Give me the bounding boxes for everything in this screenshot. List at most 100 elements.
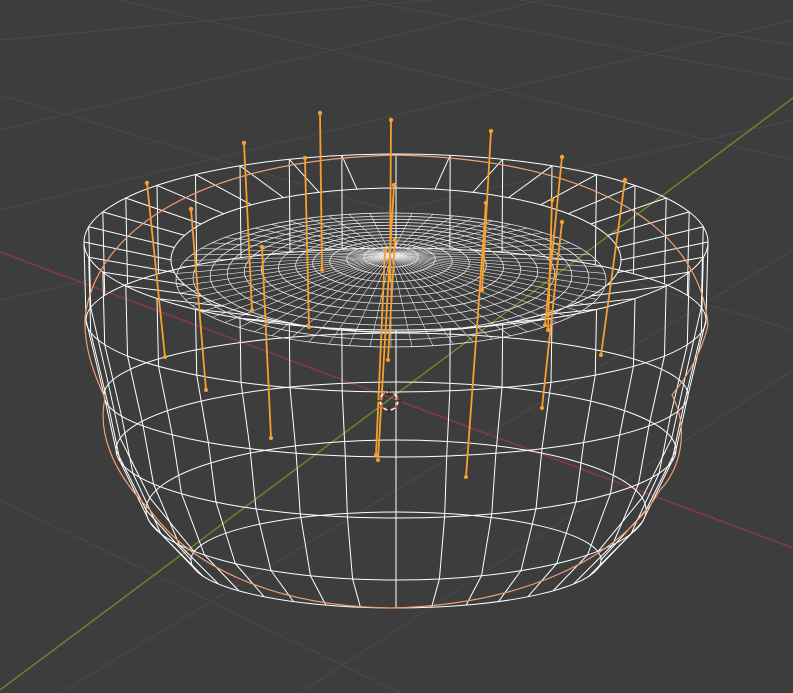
mesh-edge [270,570,294,602]
hair-strand-tip [259,244,265,250]
mesh-edge [675,394,689,451]
mesh-edge [341,155,358,190]
mesh-edge [594,174,598,265]
dome-radial [175,254,392,281]
hair-strand [144,180,167,359]
mesh-edge [156,298,160,367]
mesh-edge [194,309,198,376]
mesh-edge [289,387,297,454]
mesh-edge [346,516,354,579]
mesh-edge [501,324,504,388]
mesh-edge [295,453,301,514]
hair-strand-line [261,246,272,439]
dome-radial [390,254,474,343]
mesh-edge [107,384,121,439]
hair-strand-tip [488,128,494,134]
mesh-edge [632,185,636,274]
hair-strand-root [546,328,550,332]
grid-line [119,0,793,161]
dome-radial [390,254,558,323]
hair-strand-tip [483,200,489,206]
hair-strand-tip [559,154,565,160]
hair-strand-root [250,308,254,312]
grid-line [0,499,401,693]
mesh-edge [498,570,522,602]
mesh-edge [88,226,175,248]
mesh-edge [632,298,636,367]
mesh-edge [687,319,707,396]
mesh-edge [125,197,202,225]
mesh-edge [491,453,497,514]
hair-strand-tip [549,197,555,203]
hair-strand-root [269,436,273,440]
hair-strand-root [374,453,378,457]
grid-line [359,0,793,81]
viewport-scene[interactable] [0,0,793,693]
mesh-edge [196,375,209,443]
hair-strand [376,182,397,462]
bowl-mesh-wireframe[interactable] [83,153,709,609]
hair-strand-tip [144,180,150,186]
mesh-edge [568,184,636,215]
hair-strand-tip [188,206,194,212]
mesh-edge [249,448,257,509]
mesh-edge [663,285,667,357]
hair-strand-line [319,112,323,271]
dome-radial [390,254,590,256]
hair-strand-line [190,208,207,391]
mesh-edge [215,501,236,564]
hair-strand-tip [388,117,394,123]
hair-strand-tip [382,247,388,253]
hair-strand-tip [559,219,565,225]
mesh-edge [444,456,448,517]
dome-radial [390,254,528,333]
dome-radial [212,254,392,318]
mesh-edge [619,366,634,435]
mesh-edge [102,271,185,286]
mesh-edge [207,442,217,503]
mesh-edge [617,226,704,248]
mesh-edge [288,324,291,388]
mesh-edge [617,256,704,273]
hair-strand-root [464,475,468,479]
hair-strand-tip [622,177,628,183]
mesh-edge [341,390,346,457]
hair-strand-root [320,268,324,272]
mesh-edge [171,434,183,494]
mesh-edge [575,442,585,503]
mesh-edge [495,387,503,454]
mesh-edge [119,461,151,523]
mesh-edge [705,241,709,321]
mesh-edge [438,516,446,579]
hair-strand-root [386,358,390,362]
mesh-edge [352,578,361,608]
dome-radial [390,254,607,281]
mesh-edge [535,448,543,509]
3d-viewport[interactable] [0,0,793,693]
mesh-edge [132,473,162,535]
mesh-edge [648,355,665,427]
mesh-edge [145,509,192,561]
mesh-edge [85,319,105,396]
hair-strand-root [540,406,544,410]
hair-strand-line [377,184,395,461]
hair-strand-root [543,323,547,327]
hair-strand-tip [241,140,247,146]
mesh-edge [125,285,129,357]
mesh-edge [255,508,272,571]
grid-line [0,0,545,131]
mesh-edge [446,390,451,457]
mesh-edge [299,513,311,576]
hair-strand-tip [391,182,397,188]
hair-strand-tip [392,237,398,243]
hair-strand-tip [302,155,308,161]
mesh-edge [663,197,667,285]
hair-strand-root [163,355,167,359]
mesh-edge [641,461,673,523]
mesh-edge [683,332,702,406]
mesh-edge [612,483,639,546]
dome-radial [212,242,392,256]
mesh-edge [594,309,598,376]
mesh-edge [153,483,180,546]
mesh-edge [434,155,451,190]
